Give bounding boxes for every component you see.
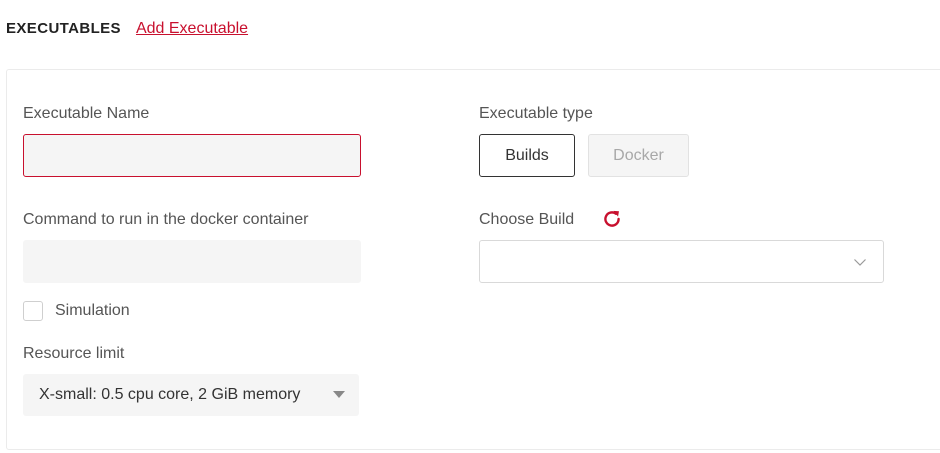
type-builds-button[interactable]: Builds xyxy=(479,134,575,177)
resource-limit-label: Resource limit xyxy=(23,345,125,362)
command-input[interactable] xyxy=(23,240,361,283)
simulation-checkbox-row[interactable]: Simulation xyxy=(23,301,130,321)
caret-down-icon xyxy=(333,391,345,398)
choose-build-label: Choose Build xyxy=(479,211,575,228)
section-title: EXECUTABLES xyxy=(6,20,121,37)
choose-build-select[interactable] xyxy=(479,240,884,283)
executable-type-label: Executable type xyxy=(479,105,593,122)
simulation-label: Simulation xyxy=(55,302,130,319)
add-executable-link[interactable]: Add Executable xyxy=(136,20,248,38)
section-header: EXECUTABLES Add Executable xyxy=(6,20,248,38)
executable-name-input[interactable] xyxy=(23,134,361,177)
executable-form-panel: Executable Name Command to run in the do… xyxy=(6,69,940,450)
refresh-icon[interactable] xyxy=(601,208,623,230)
command-label: Command to run in the docker container xyxy=(23,211,309,228)
executable-name-label: Executable Name xyxy=(23,105,150,122)
resource-limit-select[interactable]: X-small: 0.5 cpu core, 2 GiB memory xyxy=(23,374,359,416)
chevron-down-icon xyxy=(854,259,866,266)
type-docker-button[interactable]: Docker xyxy=(588,134,689,177)
resource-limit-value: X-small: 0.5 cpu core, 2 GiB memory xyxy=(39,386,301,403)
simulation-checkbox[interactable] xyxy=(23,301,43,321)
